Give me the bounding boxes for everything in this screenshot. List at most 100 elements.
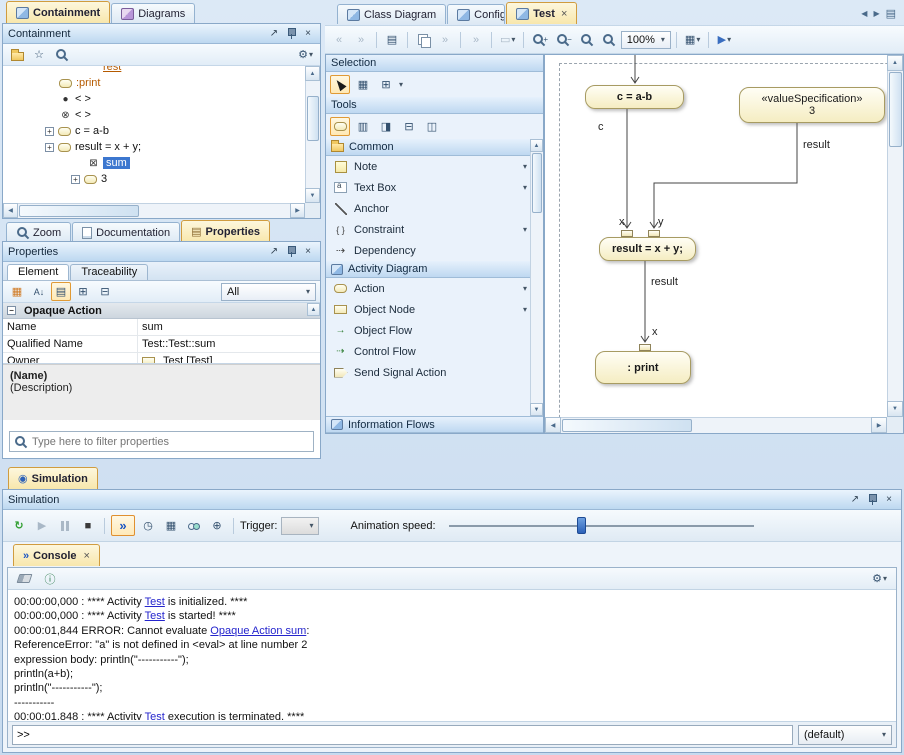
sort-button[interactable]: A↓ <box>29 282 49 301</box>
property-value[interactable]: Test::Test::sum <box>138 338 320 350</box>
toolbar-overflow-button[interactable]: » <box>466 30 486 49</box>
tab-diagrams[interactable]: Diagrams <box>111 3 195 23</box>
magnet-tool-button[interactable]: ▥ <box>353 117 373 136</box>
slider-thumb[interactable] <box>577 517 586 534</box>
scrollbar-thumb[interactable] <box>307 96 319 141</box>
canvas-vertical-scrollbar[interactable]: ▲ ▼ <box>887 55 903 417</box>
tree-item-label[interactable]: sum <box>103 157 130 169</box>
tree-item-label[interactable]: < > <box>75 109 91 121</box>
palette-item-control-flow[interactable]: ⇢Control Flow <box>326 341 543 362</box>
float-icon[interactable]: ↗ <box>267 27 281 41</box>
diagram-canvas[interactable]: c = a-b «valueSpecification»3 result = x… <box>544 54 904 434</box>
forward-button[interactable]: » <box>351 30 371 49</box>
tab-console[interactable]: »Console× <box>13 544 100 566</box>
resume-button[interactable]: ▶ <box>32 516 52 535</box>
tab-list-icon[interactable]: ▤ <box>886 7 896 20</box>
tab-class-diagram[interactable]: Class Diagram <box>337 4 446 24</box>
sticky-tool-button[interactable] <box>330 117 350 136</box>
split-tool-button[interactable]: ◨ <box>376 117 396 136</box>
swimlane-tool-button[interactable]: ⊟ <box>399 117 419 136</box>
clear-console-button[interactable] <box>14 569 34 588</box>
filter-properties-input[interactable] <box>32 436 309 448</box>
float-icon[interactable]: ↗ <box>848 493 862 507</box>
tab-element[interactable]: Element <box>7 264 69 280</box>
pointer-tool-button[interactable] <box>330 75 350 94</box>
activity-node-c[interactable]: c = a-b <box>585 85 684 109</box>
palette-item-dependency[interactable]: ⇢Dependency <box>326 240 543 261</box>
palette-item-send-signal-action[interactable]: Send Signal Action <box>326 362 543 383</box>
scroll-up-icon[interactable]: ▲ <box>530 139 543 152</box>
expert-mode-button[interactable]: ▤ <box>51 282 71 301</box>
scroll-left-icon[interactable]: ◀ <box>545 417 561 433</box>
input-pin-x[interactable] <box>621 230 633 237</box>
palette-scrollbar[interactable]: ▲ ▼ <box>530 139 543 416</box>
palette-item-text-box[interactable]: Text Box▾ <box>326 177 543 198</box>
tab-properties[interactable]: ▤Properties <box>181 220 270 242</box>
step-over-button[interactable]: » <box>111 515 135 536</box>
console-output[interactable]: 00:00:00,000 : **** Activity Test is ini… <box>8 591 896 720</box>
scrollbar-thumb[interactable] <box>532 153 542 213</box>
tree-item-label[interactable]: :print <box>76 77 100 89</box>
scrollbar-thumb[interactable] <box>562 419 692 432</box>
favorites-button[interactable]: ☆ <box>29 45 49 64</box>
pin-icon[interactable] <box>284 27 298 41</box>
back-button[interactable]: « <box>329 30 349 49</box>
activity-node-print[interactable]: : print <box>595 351 691 384</box>
tree-item-label[interactable]: 3 <box>101 173 107 185</box>
input-pin-print[interactable] <box>639 344 651 351</box>
scroll-left-icon[interactable]: ◀ <box>3 203 18 218</box>
tree-vertical-scrollbar[interactable]: ▲ ▼ <box>305 66 320 203</box>
tree-item-label[interactable]: c = a-b <box>75 125 109 137</box>
properties-section-header[interactable]: −Opaque Action <box>3 303 320 319</box>
image-export-button[interactable]: ▭▾ <box>497 30 518 49</box>
close-tab-icon[interactable]: × <box>561 8 567 20</box>
chevron-down-icon[interactable]: ▾ <box>523 305 527 314</box>
palette-item-constraint[interactable]: { }Constraint▾ <box>326 219 543 240</box>
containment-tree-button[interactable]: ▤ <box>382 30 402 49</box>
zoom-fit-button[interactable] <box>577 30 597 49</box>
tree-horizontal-scrollbar[interactable]: ◀ ▶ <box>3 203 305 218</box>
palette-item-object-flow[interactable]: →Object Flow <box>326 320 543 341</box>
scroll-up-icon[interactable]: ▲ <box>887 55 903 71</box>
tree-row[interactable]: +3 <box>3 171 305 187</box>
toolbar-overflow-button[interactable]: » <box>435 30 455 49</box>
palette-item-action[interactable]: Action▾ <box>326 278 543 299</box>
chevron-down-icon[interactable]: ▾ <box>523 284 527 293</box>
canvas-horizontal-scrollbar[interactable]: ◀ ▶ <box>545 417 887 433</box>
open-element-button[interactable] <box>7 45 27 64</box>
layout-button[interactable]: ▦▾ <box>682 30 703 49</box>
tab-traceability[interactable]: Traceability <box>70 264 148 280</box>
property-row[interactable]: OwnerTest [Test] <box>3 353 320 364</box>
close-icon[interactable]: × <box>882 493 896 507</box>
tree-row[interactable]: +result = x + y; <box>3 139 305 155</box>
palette-header-tools[interactable]: Tools <box>326 97 543 114</box>
console-link[interactable]: Test <box>145 610 165 622</box>
zoom-level-select[interactable]: 100%▾ <box>621 31 671 49</box>
palette-header-common[interactable]: Common <box>326 139 543 156</box>
input-pin-y[interactable] <box>648 230 660 237</box>
value-specification-node[interactable]: «valueSpecification»3 <box>739 87 885 123</box>
zoom-selection-button[interactable] <box>599 30 619 49</box>
console-info-button[interactable]: ⓘ <box>40 569 60 588</box>
animation-speed-slider[interactable] <box>449 517 754 535</box>
pause-button[interactable] <box>55 516 75 535</box>
expand-all-button[interactable]: ⊞ <box>73 282 93 301</box>
expand-icon[interactable]: + <box>71 175 80 184</box>
copy-button[interactable] <box>413 30 433 49</box>
tab-scroll-right-icon[interactable]: ▶ <box>873 9 879 18</box>
tab-simulation[interactable]: ◉Simulation <box>8 467 98 489</box>
run-diagram-button[interactable]: ▶▾ <box>714 30 734 49</box>
collapse-icon[interactable]: − <box>7 306 16 315</box>
chevron-down-icon[interactable]: ▾ <box>523 162 527 171</box>
property-row[interactable]: Qualified NameTest::Test::sum <box>3 336 320 353</box>
close-icon[interactable]: × <box>301 27 315 41</box>
zoom-in-button[interactable]: + <box>529 30 551 49</box>
palette-header-activity[interactable]: Activity Diagram <box>326 261 543 278</box>
close-tab-icon[interactable]: × <box>84 550 90 562</box>
tree-row[interactable]: ⊗< > <box>3 107 305 123</box>
tree-item-label[interactable]: < > <box>75 93 91 105</box>
simulation-config-button[interactable]: ▦ <box>161 516 181 535</box>
property-row[interactable]: Namesum <box>3 319 320 336</box>
palette-header-selection[interactable]: Selection <box>326 55 543 72</box>
scroll-down-icon[interactable]: ▼ <box>530 403 543 416</box>
